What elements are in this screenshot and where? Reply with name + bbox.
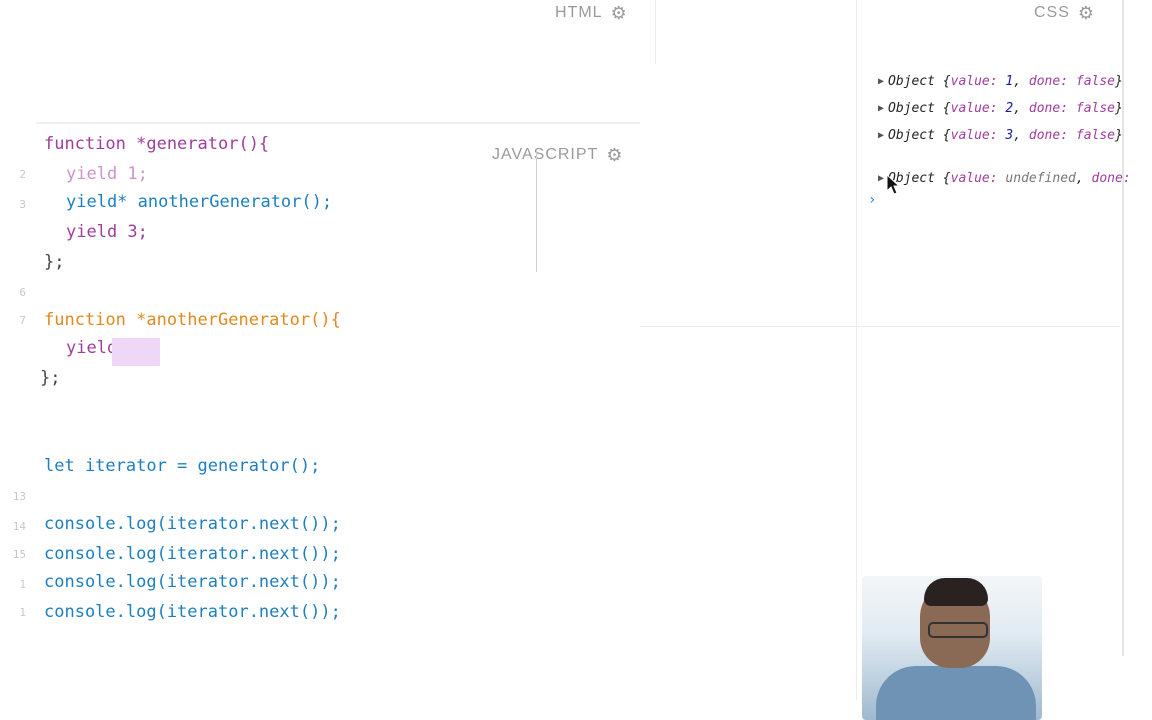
selection-highlight [112, 338, 160, 366]
console-prompt-icon[interactable]: › [868, 192, 876, 208]
gear-icon[interactable]: ⚙ [611, 4, 627, 22]
person-shirt [876, 666, 1036, 720]
line-number: 7 [19, 314, 26, 327]
css-panel-label: CSS [1034, 4, 1070, 21]
code-line: console.log(iterator.next()); [44, 572, 341, 592]
console-row[interactable]: ▶ Object {value: 2, done: false} [878, 97, 1123, 121]
divider [640, 326, 1120, 327]
expand-triangle-icon[interactable]: ▶ [878, 97, 884, 121]
glasses-icon [928, 622, 988, 638]
divider [856, 0, 857, 700]
css-panel-header: CSS ⚙ [1034, 4, 1094, 22]
code-line: function *anotherGenerator(){ [44, 310, 341, 330]
code-line: console.log(iterator.next()); [44, 602, 341, 622]
gear-icon[interactable]: ⚙ [1078, 4, 1094, 22]
expand-triangle-icon[interactable]: ▶ [878, 167, 884, 191]
code-line: }; [44, 252, 65, 272]
webcam-overlay [862, 576, 1042, 720]
expand-triangle-icon[interactable]: ▶ [878, 70, 884, 94]
line-number: 15 [12, 548, 26, 561]
code-line: }; [40, 368, 61, 388]
code-line: yield 1; [66, 164, 148, 184]
person-hair [924, 578, 988, 606]
line-number: 2 [19, 168, 26, 181]
code-line: console.log(iterator.next()); [44, 514, 341, 534]
mouse-cursor-icon [886, 174, 901, 195]
divider [655, 0, 656, 64]
html-panel-header: HTML ⚙ [555, 4, 627, 22]
code-line: function *generator(){ [44, 134, 270, 154]
line-number: 14 [12, 520, 26, 533]
html-panel-label: HTML [555, 4, 603, 21]
expand-triangle-icon[interactable]: ▶ [878, 124, 884, 148]
code-line: yield* anotherGenerator(); [66, 192, 333, 212]
console-row[interactable]: ▶ Object {value: undefined, done: [878, 167, 1131, 191]
code-line: let iterator = generator(); [44, 456, 321, 476]
code-line: yield 3; [66, 222, 148, 242]
code-line: console.log(iterator.next()); [44, 544, 341, 564]
line-number: 6 [19, 286, 26, 299]
line-number: 1 [19, 578, 26, 591]
line-number: 13 [12, 490, 26, 503]
line-number: 1 [19, 606, 26, 619]
code-line: yield [66, 338, 118, 358]
console-row[interactable]: ▶ Object {value: 3, done: false} [878, 124, 1123, 148]
console-row[interactable]: ▶ Object {value: 1, done: false} [878, 70, 1123, 94]
js-editor[interactable]: 2 3 6 7 13 14 15 1 1 function *generator… [0, 124, 640, 684]
line-number: 3 [19, 198, 26, 211]
